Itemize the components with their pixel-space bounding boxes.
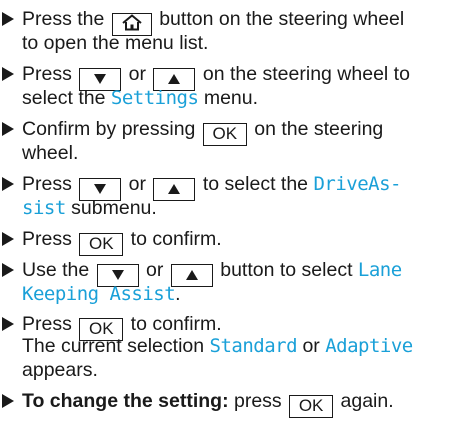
display-text-lane-keeping-assist: Keeping Assist <box>22 283 176 305</box>
text: or <box>123 63 152 85</box>
ok-button-key: OK <box>79 233 124 256</box>
triangle-bullet-icon <box>2 12 14 26</box>
display-text-adaptive: Adaptive <box>325 335 413 357</box>
text: The current selection <box>22 335 210 357</box>
step-7-line-2: The current selection Standard or Adapti… <box>22 335 413 357</box>
step-3-line-2: wheel. <box>22 142 78 164</box>
step-8-line-1: To change the setting: press OK again. <box>22 390 394 418</box>
text: to confirm. <box>125 228 222 250</box>
home-icon <box>122 14 142 31</box>
text: on the steering wheel to <box>197 63 410 85</box>
ok-button-key: OK <box>289 395 334 418</box>
ok-button-key: OK <box>202 123 247 146</box>
text: to select the <box>197 173 314 195</box>
triangle-bullet-icon <box>2 122 14 136</box>
text: menu. <box>198 87 259 109</box>
triangle-bullet-icon <box>2 232 14 246</box>
text: on the steering <box>248 118 384 140</box>
up-arrow-icon <box>185 269 198 280</box>
triangle-bullet-icon <box>2 317 14 331</box>
text: button to select <box>214 259 358 281</box>
step-2-line-2: select the Settings menu. <box>22 87 258 109</box>
text: to open the menu list. <box>22 32 209 54</box>
text: press <box>228 390 288 412</box>
display-text-settings: Settings <box>110 87 199 109</box>
display-text-standard: Standard <box>209 335 298 357</box>
bold-lead-text: To change the setting: <box>22 390 229 412</box>
text: to confirm. <box>125 313 222 335</box>
up-arrow-icon <box>168 73 181 84</box>
text: wheel. <box>22 142 79 164</box>
triangle-bullet-icon <box>2 67 14 81</box>
down-arrow-icon <box>111 269 124 280</box>
text: Use the <box>22 259 95 281</box>
text: appears. <box>22 359 98 381</box>
down-arrow-icon <box>94 183 107 194</box>
text: select the <box>22 87 111 109</box>
text: Press <box>22 228 78 250</box>
text: button on the steering wheel <box>153 8 405 30</box>
down-arrow-icon <box>94 73 107 84</box>
triangle-bullet-icon <box>2 177 14 191</box>
text: Press the <box>22 8 110 30</box>
display-text-driveassist-cont: sist <box>22 197 66 219</box>
step-4-line-2: sist submenu. <box>22 197 157 219</box>
triangle-bullet-icon <box>2 263 14 277</box>
triangle-bullet-icon <box>2 394 14 408</box>
display-text-lane: Lane <box>357 259 402 281</box>
text: Press <box>22 173 78 195</box>
step-6-line-2: Keeping Assist. <box>22 283 181 305</box>
step-1-line-2: to open the menu list. <box>22 32 208 54</box>
step-5-line-1: Press OK to confirm. <box>22 228 222 256</box>
text: Confirm by pressing <box>22 118 201 140</box>
text: or <box>140 259 169 281</box>
text: submenu. <box>65 197 157 219</box>
display-text-driveassist: DriveAs- <box>313 173 401 195</box>
step-7-line-3: appears. <box>22 359 98 381</box>
text: Press <box>22 63 78 85</box>
text: . <box>175 283 181 305</box>
text: or <box>123 173 152 195</box>
up-arrow-icon <box>168 183 181 194</box>
text: Press <box>22 313 78 335</box>
text: again. <box>335 390 394 412</box>
text: or <box>297 335 326 357</box>
up-button-key <box>153 178 196 201</box>
